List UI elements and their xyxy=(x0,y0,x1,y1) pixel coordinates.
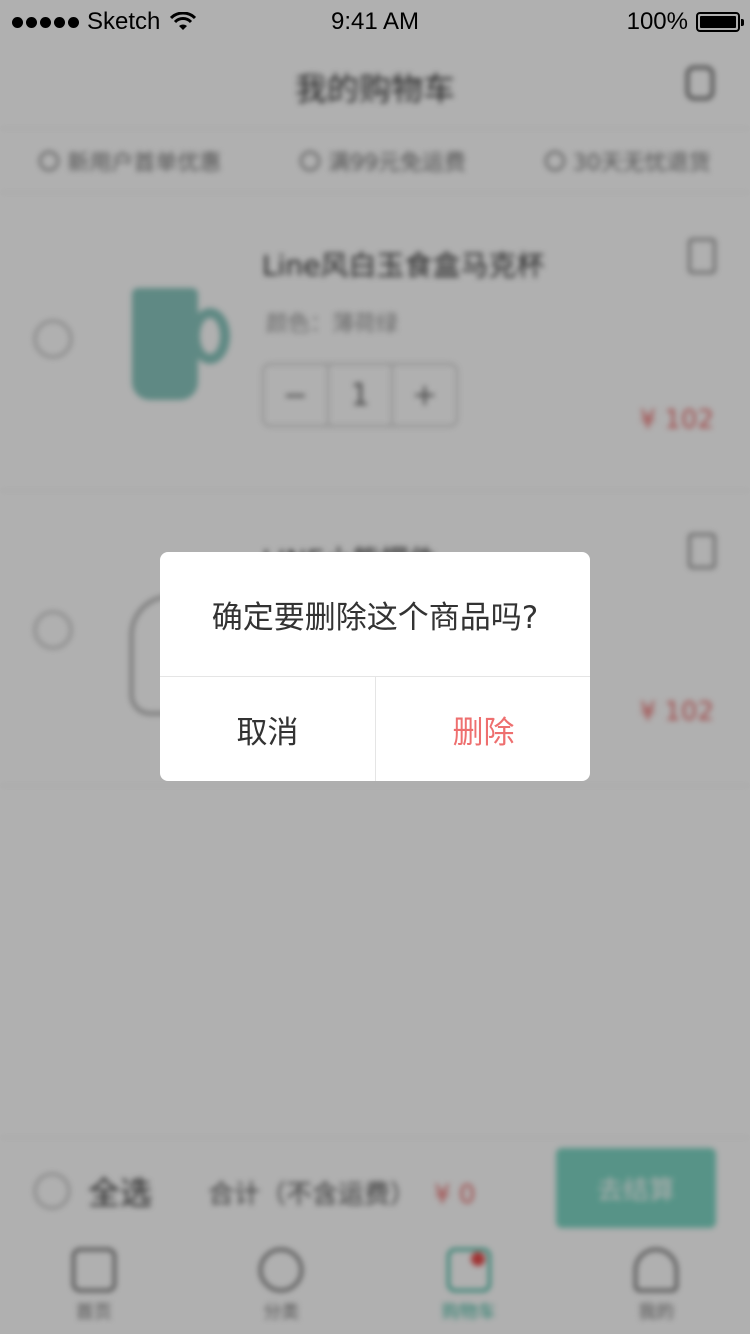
battery-percent: 100% xyxy=(626,8,688,35)
status-bar: Sketch 9:41 AM 100% xyxy=(0,0,750,44)
status-right: 100% xyxy=(626,8,744,36)
dialog-message: 确定要删除这个商品吗? xyxy=(211,599,539,636)
battery-icon xyxy=(696,12,744,32)
cancel-button[interactable]: 取消 xyxy=(160,677,375,781)
battery-fill xyxy=(700,16,736,28)
delete-confirm-dialog: 确定要删除这个商品吗? 取消 删除 xyxy=(160,552,590,781)
delete-button[interactable]: 删除 xyxy=(376,677,590,781)
